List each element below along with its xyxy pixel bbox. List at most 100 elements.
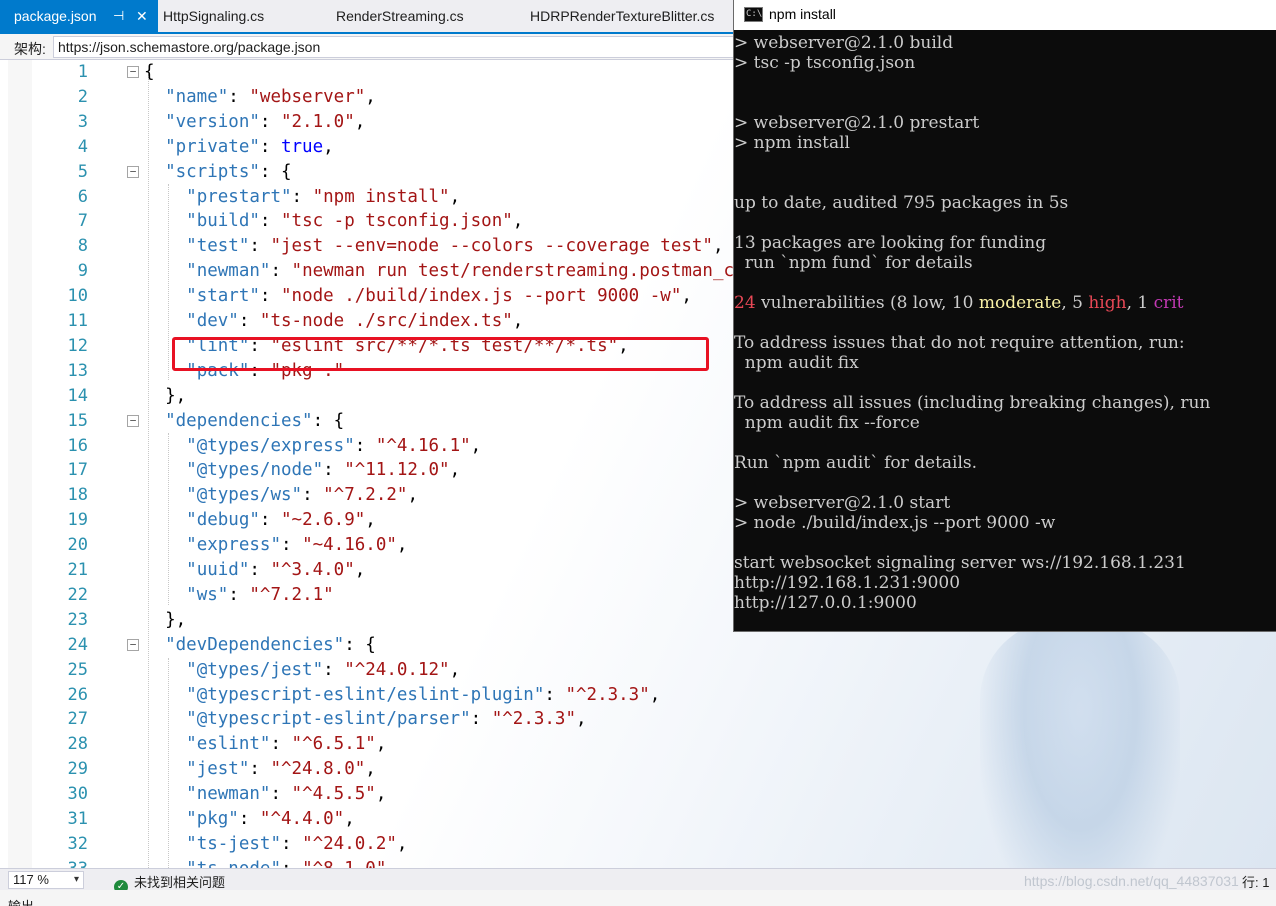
- code-token: :: [249, 759, 271, 780]
- code-text: "scripts": {: [144, 160, 291, 185]
- console-line: start websocket signaling server ws://19…: [734, 553, 1276, 573]
- zoom-value: 117 %: [13, 872, 49, 887]
- code-token: "jest": [186, 759, 250, 780]
- console-text: run `npm fund` for details: [734, 253, 973, 273]
- console-text: , 5: [1061, 293, 1089, 313]
- code-token: :: [323, 659, 345, 680]
- tab-package-json[interactable]: package.json ⊣ ✕: [0, 0, 158, 32]
- code-token: :: [259, 211, 281, 232]
- zoom-select[interactable]: 117 % ▾: [8, 871, 84, 889]
- line-number: 3: [77, 111, 88, 132]
- code-line[interactable]: 28 "eslint": "^6.5.1",: [0, 732, 1276, 757]
- tab-label: HttpSignaling.cs: [163, 8, 265, 24]
- line-number: 12: [67, 335, 88, 356]
- fold-toggle-icon[interactable]: −: [127, 414, 139, 427]
- code-token: "tsc -p tsconfig.json": [281, 211, 513, 232]
- code-token: : {: [344, 634, 376, 655]
- code-token: :: [281, 859, 302, 868]
- console-title-bar[interactable]: C:\ npm install: [734, 0, 1276, 30]
- code-line[interactable]: 25 "@types/jest": "^24.0.12",: [0, 658, 1276, 683]
- line-number: 13: [67, 360, 88, 381]
- code-token: :: [323, 460, 345, 481]
- chevron-down-icon[interactable]: ▾: [74, 872, 79, 888]
- code-text: {: [144, 60, 155, 85]
- code-text: "dev": "ts-node ./src/index.ts",: [144, 309, 523, 334]
- console-text: high: [1088, 293, 1127, 313]
- console-line: > webserver@2.1.0 start: [734, 493, 1276, 513]
- code-token: "ts-jest": [186, 833, 281, 854]
- line-number: 25: [67, 659, 88, 680]
- schema-url-field[interactable]: https://json.schemastore.org/package.jso…: [53, 36, 743, 58]
- close-icon[interactable]: ✕: [136, 0, 148, 32]
- output-panel-header[interactable]: 输出: [0, 890, 1276, 906]
- code-token: "^11.12.0": [344, 460, 450, 481]
- code-token: "private": [165, 136, 260, 157]
- console-text: npm audit fix: [734, 353, 859, 373]
- fold-toggle-icon[interactable]: −: [127, 638, 139, 651]
- code-token: :: [270, 261, 292, 282]
- console-text: http://127.0.0.1:9000: [734, 593, 917, 613]
- console-text: Run `npm audit` for details.: [734, 453, 978, 473]
- code-line[interactable]: 26 "@typescript-eslint/eslint-plugin": "…: [0, 683, 1276, 708]
- code-text: "prestart": "npm install",: [144, 185, 460, 210]
- line-number: 21: [67, 560, 88, 580]
- code-line[interactable]: 27 "@typescript-eslint/parser": "^2.3.3"…: [0, 707, 1276, 732]
- highlight-annotation: [172, 337, 709, 371]
- code-token: "uuid": [186, 560, 250, 580]
- console-window[interactable]: C:\ npm install > webserver@2.1.0 build >…: [733, 0, 1276, 632]
- code-token: "@typescript-eslint/eslint-plugin": [186, 684, 545, 705]
- code-token: "^2.3.3": [565, 684, 650, 705]
- line-number: 29: [67, 759, 88, 780]
- output-label: 输出: [8, 896, 34, 906]
- code-line[interactable]: 30 "newman": "^4.5.5",: [0, 782, 1276, 807]
- console-line: > webserver@2.1.0 prestart: [734, 113, 1276, 133]
- code-line[interactable]: 32 "ts-jest": "^24.0.2",: [0, 832, 1276, 857]
- pin-icon[interactable]: ⊣: [113, 0, 124, 32]
- code-line[interactable]: 24 − "devDependencies": {: [0, 633, 1276, 658]
- code-token: "debug": [186, 510, 260, 531]
- console-text: , 1: [1126, 293, 1154, 313]
- line-number: 15: [67, 410, 88, 431]
- tab-renderstreaming[interactable]: RenderStreaming.cs: [336, 0, 464, 32]
- line-number: 6: [77, 186, 88, 207]
- fold-toggle-icon[interactable]: −: [127, 66, 139, 78]
- code-line[interactable]: 31 "pkg": "^4.4.0",: [0, 807, 1276, 832]
- console-line: > tsc -p tsconfig.json: [734, 53, 1276, 73]
- code-token: "ws": [186, 584, 229, 605]
- code-token: :: [249, 236, 271, 257]
- code-token: "^3.4.0": [270, 560, 355, 580]
- tab-httpsignaling[interactable]: HttpSignaling.cs: [163, 0, 264, 32]
- code-token: "node ./build/index.js --port 9000 -w": [281, 286, 682, 307]
- console-output: > webserver@2.1.0 build > tsc -p tsconfig…: [734, 33, 1276, 613]
- code-text: "@types/node": "^11.12.0",: [144, 458, 460, 483]
- code-line[interactable]: 33 "ts-node": "^8.1.0": [0, 857, 1276, 868]
- code-token: ,: [365, 86, 376, 107]
- console-line: > webserver@2.1.0 build: [734, 33, 1276, 53]
- code-token: "eslint": [186, 734, 271, 755]
- code-token: :: [270, 734, 292, 755]
- tab-hdrprendertextureblitter[interactable]: HDRPRenderTextureBlitter.cs: [530, 0, 714, 32]
- line-number: 27: [67, 709, 88, 730]
- code-token: "scripts": [165, 161, 260, 182]
- code-line[interactable]: 29 "jest": "^24.8.0",: [0, 757, 1276, 782]
- line-number: 22: [67, 584, 88, 605]
- code-text: "name": "webserver",: [144, 85, 376, 110]
- code-text: "ws": "^7.2.1": [144, 583, 334, 608]
- code-token: :: [259, 286, 281, 307]
- code-token: ,: [344, 809, 355, 829]
- code-token: "test": [186, 236, 250, 257]
- fold-toggle-icon[interactable]: −: [127, 165, 139, 178]
- console-title: npm install: [769, 6, 836, 22]
- terminal-icon: C:\: [744, 7, 763, 22]
- code-token: "^24.8.0": [270, 759, 366, 780]
- code-token: "newman run test/renderstreaming.postman…: [291, 261, 745, 282]
